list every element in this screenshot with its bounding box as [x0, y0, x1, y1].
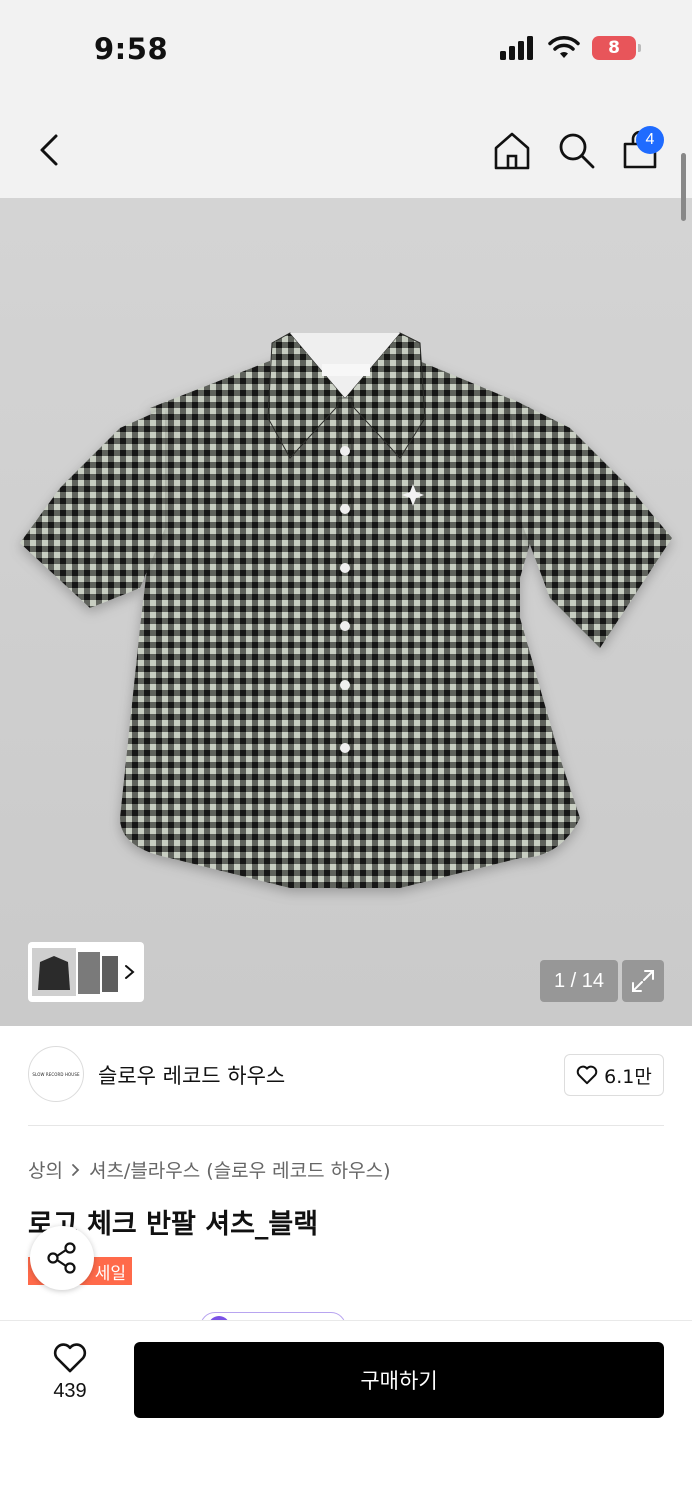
- brand-logo-text: SLOW RECORD HOUSE: [32, 1071, 80, 1077]
- chevron-left-icon: [40, 134, 58, 166]
- buy-button[interactable]: 구매하기: [134, 1342, 664, 1418]
- brand-like-button[interactable]: 6.1만: [564, 1054, 664, 1096]
- share-icon: [47, 1242, 76, 1274]
- home-icon: [494, 132, 530, 170]
- signal-icon: [500, 36, 533, 60]
- breadcrumb-subcategory[interactable]: 셔츠/블라우스 (슬로우 레코드 하우스): [89, 1156, 391, 1183]
- search-icon: [559, 133, 595, 169]
- heart-icon: [53, 1343, 87, 1373]
- brand-row[interactable]: SLOW RECORD HOUSE 슬로우 레코드 하우스 6.1만: [28, 1046, 664, 1106]
- wifi-icon: [548, 36, 580, 58]
- image-counter: 1 / 14: [540, 960, 618, 1002]
- sale-badge-label: 세일: [94, 1263, 126, 1284]
- brand-name[interactable]: 슬로우 레코드 하우스: [98, 1060, 285, 1090]
- thumbnail-images: [32, 948, 118, 996]
- home-button[interactable]: [490, 128, 534, 172]
- divider: [28, 1125, 664, 1126]
- product-shirt-image: [20, 332, 672, 889]
- breadcrumb: 상의 셔츠/블라우스 (슬로우 레코드 하우스): [28, 1156, 391, 1183]
- wishlist-count: 439: [53, 1380, 87, 1402]
- wishlist-button[interactable]: 439: [40, 1342, 100, 1418]
- product-image[interactable]: [0, 198, 692, 1026]
- share-button[interactable]: [30, 1226, 94, 1290]
- brand-like-count: 6.1만: [604, 1065, 652, 1088]
- battery-indicator: 8: [592, 36, 641, 60]
- brand-logo[interactable]: SLOW RECORD HOUSE: [28, 1046, 84, 1102]
- expand-icon: [632, 970, 654, 992]
- expand-button[interactable]: [622, 960, 664, 1002]
- search-button[interactable]: [554, 128, 598, 172]
- status-time: 9:58: [94, 32, 169, 66]
- status-bar: 9:58 8: [0, 0, 692, 100]
- cart-count-badge: 4: [636, 126, 664, 154]
- scrollbar[interactable]: [681, 153, 686, 221]
- chevron-right-icon: [72, 1163, 80, 1176]
- battery-level: 8: [608, 38, 620, 58]
- breadcrumb-category[interactable]: 상의: [28, 1156, 63, 1183]
- status-icons: 8: [500, 36, 641, 60]
- heart-icon: [576, 1065, 598, 1085]
- thumbnail-strip[interactable]: [28, 942, 144, 1002]
- chevron-right-icon: [125, 965, 135, 979]
- back-button[interactable]: [32, 130, 68, 170]
